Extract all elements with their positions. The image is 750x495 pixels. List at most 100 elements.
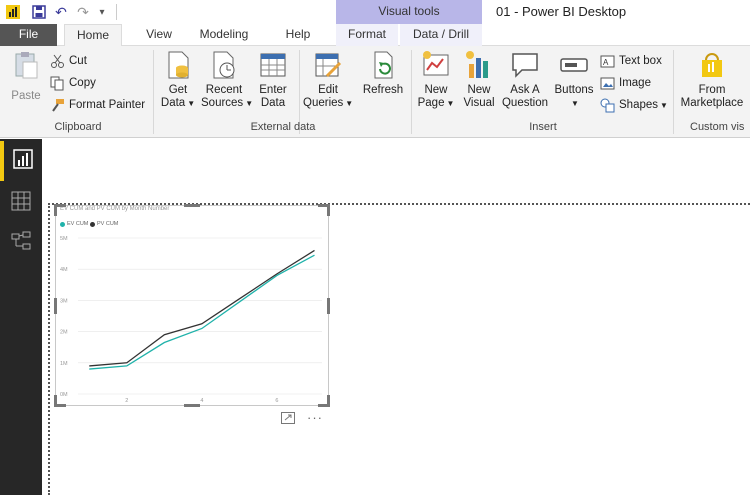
y-tick-label: 3M xyxy=(60,298,68,304)
resize-handle[interactable] xyxy=(184,404,200,407)
new-page-label-2: Page xyxy=(417,97,445,109)
paste-label: Paste xyxy=(11,90,41,102)
refresh-button[interactable]: Refresh xyxy=(361,50,405,97)
focus-mode-icon[interactable] xyxy=(281,412,295,427)
ribbon: Paste Cut Copy Format Painter Clipboard … xyxy=(0,46,750,138)
speech-bubble-icon xyxy=(510,50,540,80)
resize-handle[interactable] xyxy=(327,298,330,314)
ribbon-separator xyxy=(673,50,674,134)
report-view-button[interactable] xyxy=(0,141,42,181)
tab-modeling[interactable]: Modeling xyxy=(193,24,255,46)
ribbon-separator xyxy=(153,50,154,134)
recent-sources-label-2: Sources xyxy=(201,97,244,109)
format-painter-button[interactable]: Format Painter xyxy=(50,96,145,114)
external-data-group-label: External data xyxy=(250,121,316,133)
edit-queries-label-1: Edit xyxy=(318,84,338,96)
insert-group-label: Insert xyxy=(529,121,557,133)
ask-a-question-button[interactable]: Ask A Question xyxy=(501,50,549,110)
get-data-label-2: Data xyxy=(160,97,186,109)
new-visual-icon xyxy=(464,50,494,80)
chart-plot: 0M 1M 2M 3M 4M 5M 2 4 6 xyxy=(60,236,322,404)
chevron-down-icon: ▼ xyxy=(660,100,668,110)
format-painter-label: Format Painter xyxy=(69,99,146,111)
recent-sources-button[interactable]: Recent Sources ▼ xyxy=(201,50,253,110)
x-tick-label: 4 xyxy=(200,398,203,404)
line-chart-visual[interactable]: EV CUM and PV CUM by Month Number EV CUM… xyxy=(54,204,330,407)
series-line-pv-cum[interactable] xyxy=(89,249,315,367)
table-icon xyxy=(258,50,288,80)
get-data-button[interactable]: Get Data ▼ xyxy=(158,50,198,110)
resize-handle[interactable] xyxy=(184,204,200,207)
resize-handle[interactable] xyxy=(54,298,57,314)
y-tick-label: 0M xyxy=(60,392,68,398)
new-page-icon xyxy=(421,50,451,80)
clipboard-group-label: Clipboard xyxy=(54,121,102,133)
paste-icon xyxy=(11,50,41,80)
resize-handle[interactable] xyxy=(54,395,57,407)
refresh-icon xyxy=(368,50,398,80)
tab-format[interactable]: Format xyxy=(336,24,398,46)
title-bar: ↶ ↷ ▾ Visual tools 01 - Power BI Desktop xyxy=(0,0,750,24)
custom-visuals-group-label: Custom vis xyxy=(690,121,745,133)
tab-help[interactable]: Help xyxy=(278,24,318,46)
edit-queries-label-2: Queries xyxy=(303,97,344,109)
y-tick-label: 4M xyxy=(60,267,68,273)
database-icon xyxy=(163,50,193,80)
marketplace-bag-icon xyxy=(697,50,727,80)
new-visual-button[interactable]: New Visual xyxy=(460,50,498,110)
titlebar-divider xyxy=(116,4,117,20)
resize-handle[interactable] xyxy=(54,204,57,216)
y-tick-label: 1M xyxy=(60,361,68,367)
edit-queries-button[interactable]: Edit Queries ▼ xyxy=(303,50,353,110)
shapes-button[interactable]: Shapes ▼ xyxy=(600,96,668,114)
ribbon-separator xyxy=(411,50,412,134)
tab-view[interactable]: View xyxy=(137,24,181,46)
from-marketplace-button[interactable]: From Marketplace xyxy=(679,50,745,110)
chevron-down-icon: ▼ xyxy=(245,99,254,108)
chevron-down-icon: ▼ xyxy=(187,99,196,108)
customize-quick-access-icon[interactable]: ▾ xyxy=(96,3,108,21)
save-icon[interactable] xyxy=(30,3,48,21)
more-options-icon[interactable]: ··· xyxy=(307,410,323,425)
redo-icon[interactable]: ↷ xyxy=(74,3,92,21)
refresh-label: Refresh xyxy=(362,84,404,96)
power-bi-logo-icon xyxy=(4,3,22,21)
bar-chart-icon xyxy=(13,148,33,174)
chevron-down-icon: ▼ xyxy=(571,99,579,108)
paintbrush-icon xyxy=(50,98,65,113)
enter-data-label-1: Enter xyxy=(259,84,287,96)
data-view-button[interactable] xyxy=(0,183,42,223)
tab-file[interactable]: File xyxy=(0,24,57,46)
chevron-down-icon: ▼ xyxy=(345,99,354,108)
new-page-button[interactable]: New Page ▼ xyxy=(416,50,456,110)
model-view-button[interactable] xyxy=(0,223,42,263)
cut-label: Cut xyxy=(69,55,87,67)
resize-handle[interactable] xyxy=(327,204,330,216)
button-icon xyxy=(559,50,589,80)
buttons-label: Buttons xyxy=(554,84,594,96)
copy-button[interactable]: Copy xyxy=(50,74,96,92)
visual-tools-context-label: Visual tools xyxy=(336,0,482,24)
copy-label: Copy xyxy=(69,77,96,89)
buttons-button[interactable]: Buttons ▼ xyxy=(552,50,596,110)
text-box-button[interactable]: A Text box xyxy=(600,52,662,70)
grid-icon xyxy=(11,191,31,216)
tab-home[interactable]: Home xyxy=(64,24,122,47)
new-visual-label-2: Visual xyxy=(463,97,495,109)
resize-handle[interactable] xyxy=(327,395,330,407)
copy-icon xyxy=(50,76,65,91)
scissors-icon xyxy=(50,54,65,69)
text-box-icon: A xyxy=(600,54,615,69)
ask-question-label-1: Ask A xyxy=(510,84,540,96)
image-label: Image xyxy=(619,77,651,89)
app-window: ↶ ↷ ▾ Visual tools 01 - Power BI Desktop… xyxy=(0,0,750,495)
svg-text:A: A xyxy=(603,58,609,67)
undo-icon[interactable]: ↶ xyxy=(52,3,70,21)
cut-button[interactable]: Cut xyxy=(50,52,87,70)
shapes-label: Shapes xyxy=(619,99,659,111)
paste-button[interactable]: Paste xyxy=(6,50,46,103)
tab-data-drill[interactable]: Data / Drill xyxy=(400,24,482,46)
shapes-icon xyxy=(600,98,615,113)
image-button[interactable]: Image xyxy=(600,74,651,92)
enter-data-button[interactable]: Enter Data xyxy=(253,50,293,110)
